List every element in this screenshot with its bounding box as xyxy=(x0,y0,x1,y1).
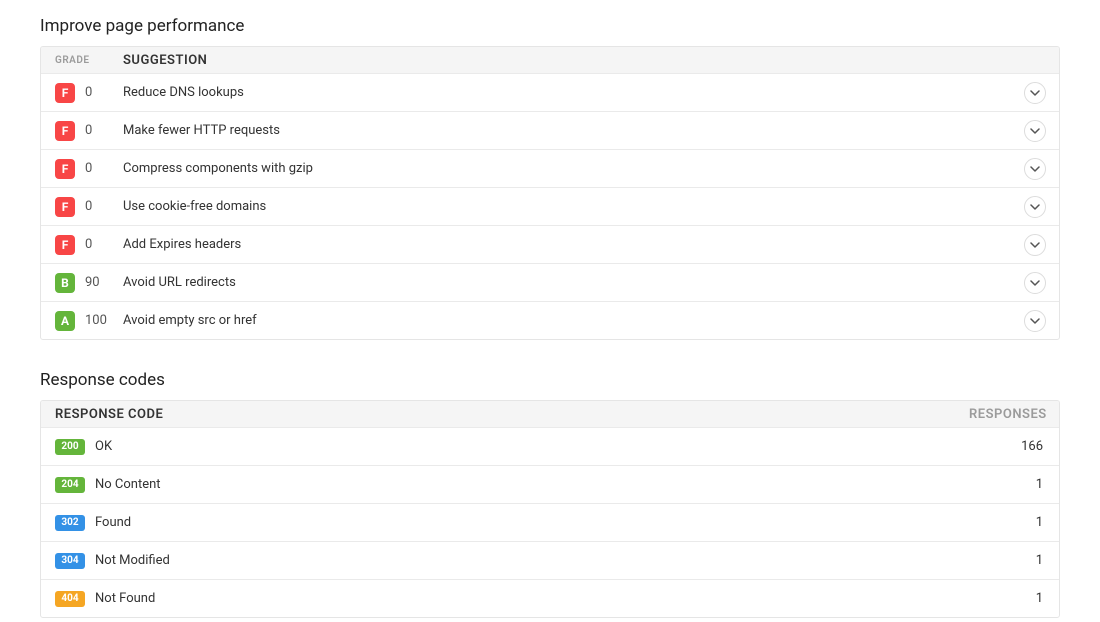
grade-badge: F xyxy=(55,121,75,141)
performance-row[interactable]: F 0 Reduce DNS lookups xyxy=(41,73,1059,111)
response-code-badge: 204 xyxy=(55,477,85,493)
expand-button[interactable] xyxy=(1024,310,1046,332)
response-count: 1 xyxy=(969,515,1059,530)
suggestion-text: Reduce DNS lookups xyxy=(123,85,1011,100)
performance-section: Improve page performance GRADE SUGGESTIO… xyxy=(40,16,1060,340)
response-code-label: OK xyxy=(95,439,112,454)
performance-row[interactable]: A 100 Avoid empty src or href xyxy=(41,301,1059,339)
performance-row[interactable]: F 0 Add Expires headers xyxy=(41,225,1059,263)
expand-button[interactable] xyxy=(1024,158,1046,180)
response-code-badge: 200 xyxy=(55,439,85,455)
response-count: 1 xyxy=(969,591,1059,606)
header-suggestion: SUGGESTION xyxy=(123,53,1011,68)
suggestion-text: Add Expires headers xyxy=(123,237,1011,252)
response-code-row[interactable]: 302 Found 1 xyxy=(41,503,1059,541)
response-count: 166 xyxy=(969,439,1059,454)
performance-table-header: GRADE SUGGESTION xyxy=(41,47,1059,73)
response-codes-table-header: RESPONSE CODE RESPONSES xyxy=(41,401,1059,427)
grade-score: 0 xyxy=(85,161,92,176)
grade-score: 0 xyxy=(85,85,92,100)
response-count: 1 xyxy=(969,553,1059,568)
expand-button[interactable] xyxy=(1024,120,1046,142)
grade-badge: F xyxy=(55,235,75,255)
chevron-down-icon xyxy=(1030,202,1040,212)
grade-score: 0 xyxy=(85,237,92,252)
response-code-row[interactable]: 204 No Content 1 xyxy=(41,465,1059,503)
suggestion-text: Avoid URL redirects xyxy=(123,275,1011,290)
performance-row[interactable]: F 0 Compress components with gzip xyxy=(41,149,1059,187)
performance-title: Improve page performance xyxy=(40,16,1060,36)
header-grade: GRADE xyxy=(41,55,123,66)
response-code-label: No Content xyxy=(95,477,161,492)
response-code-row[interactable]: 304 Not Modified 1 xyxy=(41,541,1059,579)
performance-table: GRADE SUGGESTION F 0 Reduce DNS lookups … xyxy=(40,46,1060,340)
response-codes-section: Response codes RESPONSE CODE RESPONSES 2… xyxy=(40,370,1060,618)
grade-score: 0 xyxy=(85,199,92,214)
grade-badge: F xyxy=(55,83,75,103)
chevron-down-icon xyxy=(1030,240,1040,250)
response-code-row[interactable]: 200 OK 166 xyxy=(41,427,1059,465)
chevron-down-icon xyxy=(1030,126,1040,136)
response-codes-table: RESPONSE CODE RESPONSES 200 OK 166 204 N… xyxy=(40,400,1060,618)
chevron-down-icon xyxy=(1030,88,1040,98)
suggestion-text: Use cookie-free domains xyxy=(123,199,1011,214)
expand-button[interactable] xyxy=(1024,234,1046,256)
response-codes-title: Response codes xyxy=(40,370,1060,390)
response-code-badge: 302 xyxy=(55,515,85,531)
grade-score: 90 xyxy=(85,275,100,290)
grade-score: 100 xyxy=(85,313,107,328)
performance-row[interactable]: B 90 Avoid URL redirects xyxy=(41,263,1059,301)
suggestion-text: Make fewer HTTP requests xyxy=(123,123,1011,138)
chevron-down-icon xyxy=(1030,164,1040,174)
expand-button[interactable] xyxy=(1024,272,1046,294)
response-count: 1 xyxy=(969,477,1059,492)
header-responses: RESPONSES xyxy=(969,407,1059,422)
suggestion-text: Avoid empty src or href xyxy=(123,313,1011,328)
grade-badge: B xyxy=(55,273,75,293)
expand-button[interactable] xyxy=(1024,196,1046,218)
suggestion-text: Compress components with gzip xyxy=(123,161,1011,176)
response-code-label: Not Modified xyxy=(95,553,170,568)
response-code-badge: 404 xyxy=(55,591,85,607)
chevron-down-icon xyxy=(1030,316,1040,326)
grade-badge: F xyxy=(55,197,75,217)
expand-button[interactable] xyxy=(1024,82,1046,104)
chevron-down-icon xyxy=(1030,278,1040,288)
grade-badge: F xyxy=(55,159,75,179)
response-code-badge: 304 xyxy=(55,553,85,569)
response-code-label: Not Found xyxy=(95,591,155,606)
grade-badge: A xyxy=(55,311,75,331)
response-code-row[interactable]: 404 Not Found 1 xyxy=(41,579,1059,617)
header-response-code: RESPONSE CODE xyxy=(41,407,969,422)
response-code-label: Found xyxy=(95,515,131,530)
performance-row[interactable]: F 0 Make fewer HTTP requests xyxy=(41,111,1059,149)
grade-score: 0 xyxy=(85,123,92,138)
performance-row[interactable]: F 0 Use cookie-free domains xyxy=(41,187,1059,225)
